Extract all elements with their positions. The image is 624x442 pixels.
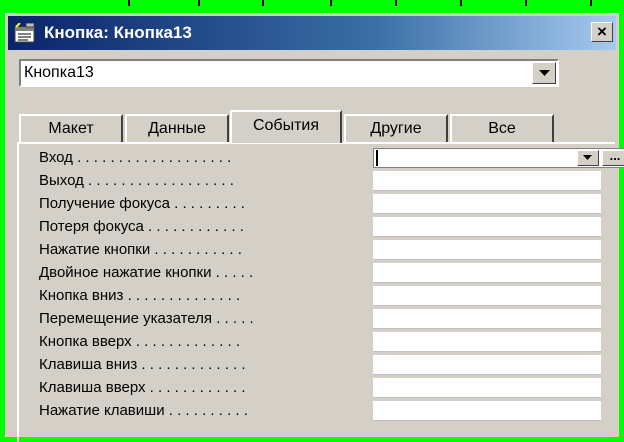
property-value-field[interactable] — [373, 263, 601, 283]
top-ruler-strip — [0, 0, 624, 10]
property-label: Потеря фокуса . . . . . . . . . . . . — [39, 218, 244, 235]
object-selector-value: Кнопка13 — [24, 64, 94, 81]
property-row-enter: Вход . . . . . . . . . . . . . . . . . .… — [39, 148, 624, 168]
tab-label: Данные — [148, 120, 206, 137]
builder-button[interactable]: ... — [602, 148, 624, 166]
property-value-field[interactable] — [373, 332, 601, 352]
property-value-field[interactable] — [373, 378, 601, 398]
property-dropdown-button[interactable] — [577, 150, 599, 166]
window-title: Кнопка: Кнопка13 — [44, 23, 192, 42]
property-value-field[interactable]: ... — [373, 148, 624, 168]
tab-label: Макет — [48, 120, 94, 137]
property-value-field[interactable] — [373, 171, 601, 191]
property-row-dbl-click: Двойное нажатие кнопки . . . . . — [39, 263, 619, 283]
property-row-got-focus: Получение фокуса . . . . . . . . . — [39, 194, 619, 214]
property-row-mouse-move: Перемещение указателя . . . . . — [39, 309, 619, 329]
property-value-field[interactable] — [373, 240, 601, 260]
object-selector-combobox[interactable]: Кнопка13 — [19, 59, 559, 87]
object-selector-dropdown-button[interactable] — [532, 62, 556, 84]
text-caret — [376, 150, 378, 166]
events-tab-panel: Вход . . . . . . . . . . . . . . . . . .… — [17, 142, 624, 442]
close-icon: × — [597, 22, 607, 41]
builder-ellipsis-icon: ... — [609, 148, 621, 163]
properties-window: Кнопка: Кнопка13 × Кнопка13 Макет Данные… — [5, 13, 624, 442]
tab-label: Другие — [370, 120, 422, 137]
property-row-click: Нажатие кнопки . . . . . . . . . . . — [39, 240, 619, 260]
property-label: Клавиша вниз . . . . . . . . . . . . . — [39, 356, 246, 373]
property-label: Нажатие кнопки . . . . . . . . . . . — [39, 241, 242, 258]
property-row-lost-focus: Потеря фокуса . . . . . . . . . . . . — [39, 217, 619, 237]
property-label: Выход . . . . . . . . . . . . . . . . . … — [39, 172, 234, 189]
close-button[interactable]: × — [591, 22, 613, 42]
property-label: Получение фокуса . . . . . . . . . — [39, 195, 245, 212]
tab-all[interactable]: Все — [450, 114, 554, 142]
property-label: Кнопка вниз . . . . . . . . . . . . . . — [39, 287, 241, 304]
property-row-key-press: Нажатие клавиши . . . . . . . . . . — [39, 401, 619, 421]
property-row-key-down: Клавиша вниз . . . . . . . . . . . . . — [39, 355, 619, 375]
property-label: Клавиша вверх . . . . . . . . . . . . — [39, 379, 246, 396]
property-label: Перемещение указателя . . . . . — [39, 310, 254, 327]
property-row-exit: Выход . . . . . . . . . . . . . . . . . … — [39, 171, 619, 191]
tab-label: Все — [488, 120, 516, 137]
dropdown-arrow-icon — [583, 155, 592, 160]
property-value-field[interactable] — [373, 309, 601, 329]
dropdown-arrow-icon — [539, 70, 550, 76]
property-sheet-icon — [14, 22, 36, 43]
property-value-field[interactable] — [373, 401, 601, 421]
property-label: Кнопка вверх . . . . . . . . . . . . . — [39, 333, 241, 350]
tab-data[interactable]: Данные — [125, 114, 229, 142]
property-row-mouse-up: Кнопка вверх . . . . . . . . . . . . . — [39, 332, 619, 352]
tab-label: События — [252, 117, 320, 134]
property-value-field[interactable] — [373, 355, 601, 375]
property-label: Нажатие клавиши . . . . . . . . . . — [39, 402, 248, 419]
property-label: Двойное нажатие кнопки . . . . . — [39, 264, 254, 281]
tab-events[interactable]: События — [230, 110, 342, 143]
tab-layout[interactable]: Макет — [19, 114, 123, 142]
property-value-field[interactable] — [373, 194, 601, 214]
property-label: Вход . . . . . . . . . . . . . . . . . .… — [39, 149, 232, 166]
title-bar[interactable]: Кнопка: Кнопка13 × — [8, 16, 616, 50]
tab-other[interactable]: Другие — [344, 114, 448, 142]
property-row-key-up: Клавиша вверх . . . . . . . . . . . . — [39, 378, 619, 398]
property-value-field[interactable] — [373, 286, 601, 306]
property-row-mouse-down: Кнопка вниз . . . . . . . . . . . . . . — [39, 286, 619, 306]
property-value-field[interactable] — [373, 217, 601, 237]
